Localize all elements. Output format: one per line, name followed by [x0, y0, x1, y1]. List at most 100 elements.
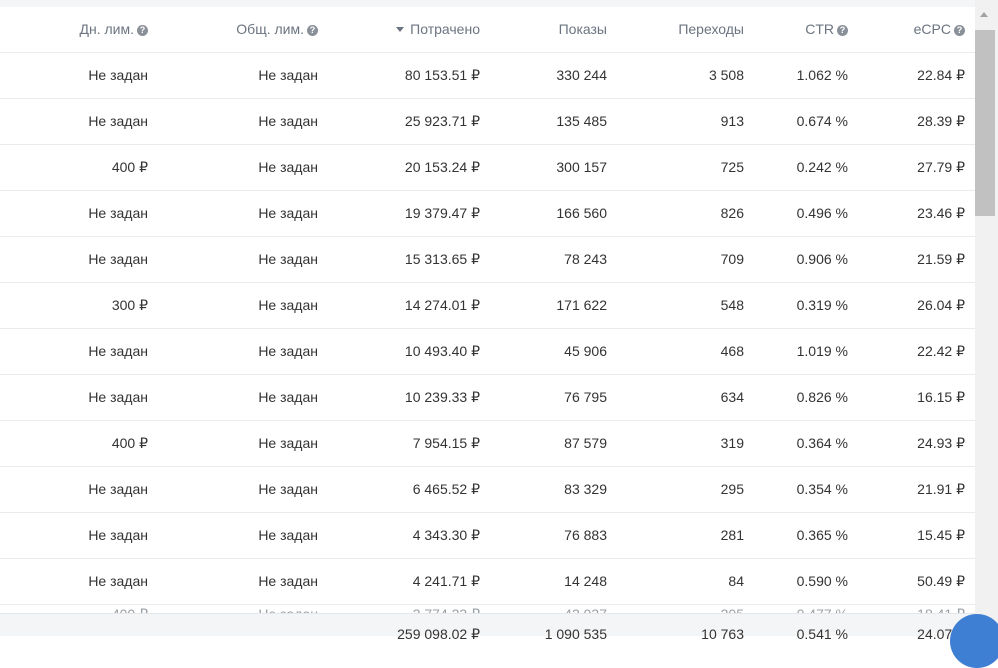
cell-ecpc: 18.41 ₽	[917, 606, 965, 614]
cell-clicks: 548	[720, 297, 744, 313]
scroll-thumb[interactable]	[975, 30, 995, 216]
cell-clicks: 319	[720, 435, 744, 451]
cell-clicks: 3 508	[708, 67, 744, 83]
table-row[interactable]: Не задан Не задан 4 343.30 ₽ 76 883 281 0.365…	[0, 513, 975, 559]
table-row[interactable]: 400 ₽ Не задан 3 774.23 ₽ 42 937 205 0.477 % 1…	[0, 592, 975, 614]
vertical-scrollbar[interactable]	[975, 0, 998, 635]
cell-daily-limit: Не задан	[88, 67, 148, 83]
cell-clicks: 725	[720, 159, 744, 175]
cell-daily-limit: Не задан	[88, 343, 148, 359]
cell-impressions: 166 560	[556, 205, 607, 221]
chat-button[interactable]	[950, 614, 998, 668]
cell-ecpc: 21.59 ₽	[917, 251, 965, 267]
cell-impressions: 42 937	[564, 606, 607, 614]
cell-spent: 14 274.01 ₽	[404, 297, 480, 313]
cell-spent: 20 153.24 ₽	[404, 159, 480, 175]
cell-clicks: 281	[720, 527, 744, 543]
cell-ecpc: 22.84 ₽	[917, 67, 965, 83]
table-row[interactable]: 400 ₽ Не задан 20 153.24 ₽ 300 157 725 0.242 …	[0, 145, 975, 191]
cell-total-limit: Не задан	[258, 113, 318, 129]
cell-spent: 6 465.52 ₽	[412, 481, 480, 497]
table-row[interactable]: Не задан Не задан 15 313.65 ₽ 78 243 709 0.90…	[0, 237, 975, 283]
cell-impressions: 300 157	[556, 159, 607, 175]
partial-row-clip: 400 ₽ Не задан 3 774.23 ₽ 42 937 205 0.477 % 1…	[0, 592, 975, 614]
cell-spent: 259 098.02 ₽	[397, 626, 480, 642]
table-body: Не задан Не задан 80 153.51 ₽ 330 244 3 508 1…	[0, 53, 975, 605]
cell-spent: 15 313.65 ₽	[404, 251, 480, 267]
stats-table: Дн. лим.? Общ. лим.? Потрачено Показы Пе…	[0, 7, 975, 605]
header-daily-limit[interactable]: Дн. лим.?	[80, 7, 148, 52]
cell-impressions: 330 244	[556, 67, 607, 83]
cell-clicks: 826	[720, 205, 744, 221]
cell-spent: 10 493.40 ₽	[404, 343, 480, 359]
cell-clicks: 468	[720, 343, 744, 359]
table-header: Дн. лим.? Общ. лим.? Потрачено Показы Пе…	[0, 7, 975, 53]
header-impressions[interactable]: Показы	[559, 7, 607, 52]
cell-clicks: 10 763	[701, 626, 744, 642]
help-icon[interactable]: ?	[954, 25, 965, 36]
cell-ecpc: 23.46 ₽	[917, 205, 965, 221]
cell-ecpc: 28.39 ₽	[917, 113, 965, 129]
table-row[interactable]: Не задан Не задан 80 153.51 ₽ 330 244 3 508 1…	[0, 53, 975, 99]
cell-ctr: 0.477 %	[796, 606, 848, 614]
header-ctr[interactable]: CTR?	[805, 7, 848, 52]
header-label: eCPC	[913, 21, 951, 37]
cell-total-limit: Не задан	[258, 251, 318, 267]
cell-clicks: 709	[720, 251, 744, 267]
table-totals: 259 098.02 ₽1 090 535 10 763 0.541 % 24.07 …	[0, 613, 975, 642]
table-row[interactable]: Не задан Не задан 10 493.40 ₽ 45 906 468 1.01…	[0, 329, 975, 375]
cell-impressions: 87 579	[564, 435, 607, 451]
header-label: CTR	[805, 21, 834, 37]
header-total-limit[interactable]: Общ. лим.?	[236, 7, 318, 52]
table-top-strip	[0, 0, 975, 7]
cell-daily-limit: Не задан	[88, 481, 148, 497]
cell-total-limit: Не задан	[258, 205, 318, 221]
cell-impressions: 135 485	[556, 113, 607, 129]
header-ecpc[interactable]: eCPC?	[914, 7, 965, 52]
help-icon[interactable]: ?	[137, 25, 148, 36]
cell-ctr: 0.496 %	[796, 205, 848, 221]
sort-desc-icon	[396, 27, 405, 32]
cell-spent: 3 774.23 ₽	[412, 606, 480, 614]
cell-ecpc: 27.79 ₽	[917, 159, 965, 175]
cell-total-limit: Не задан	[258, 297, 318, 313]
table-row[interactable]: 400 ₽ Не задан 7 954.15 ₽ 87 579 319 0.364 % 2…	[0, 421, 975, 467]
cell-total-limit: Не задан	[258, 606, 318, 614]
cell-ecpc: 16.15 ₽	[917, 389, 965, 405]
cell-impressions: 45 906	[564, 343, 607, 359]
cell-impressions: 76 795	[564, 389, 607, 405]
cell-ctr: 0.826 %	[796, 389, 848, 405]
cell-daily-limit: 400 ₽	[111, 159, 148, 175]
cell-daily-limit: Не задан	[88, 251, 148, 267]
table-row[interactable]: Не задан Не задан 19 379.47 ₽ 166 560 826 0.4…	[0, 191, 975, 237]
help-icon[interactable]: ?	[307, 25, 318, 36]
scroll-up-arrow-icon[interactable]	[980, 12, 988, 17]
cell-total-limit: Не задан	[258, 389, 318, 405]
header-spent[interactable]: Потрачено	[396, 7, 480, 52]
cell-ctr: 0.674 %	[796, 113, 848, 129]
cell-spent: 80 153.51 ₽	[404, 67, 480, 83]
cell-spent: 10 239.33 ₽	[404, 389, 480, 405]
cell-total-limit: Не задан	[258, 481, 318, 497]
table-row[interactable]: Не задан Не задан 6 465.52 ₽ 83 329 295 0.354…	[0, 467, 975, 513]
help-icon[interactable]: ?	[837, 25, 848, 36]
cell-clicks: 295	[720, 481, 744, 497]
cell-ctr: 0.242 %	[796, 159, 848, 175]
table-row[interactable]: Не задан Не задан 10 239.33 ₽ 76 795 634 0.82…	[0, 375, 975, 421]
header-label: Общ. лим.	[236, 21, 304, 37]
cell-daily-limit: Не задан	[88, 113, 148, 129]
cell-total-limit: Не задан	[258, 159, 318, 175]
cell-impressions: 171 622	[556, 297, 607, 313]
cell-spent: 19 379.47 ₽	[404, 205, 480, 221]
cell-total-limit: Не задан	[258, 435, 318, 451]
cell-ecpc: 15.45 ₽	[917, 527, 965, 543]
cell-clicks: 634	[720, 389, 744, 405]
cell-ctr: 0.365 %	[796, 527, 848, 543]
cell-daily-limit: Не задан	[88, 205, 148, 221]
header-clicks[interactable]: Переходы	[678, 7, 744, 52]
header-label: Потрачено	[410, 21, 480, 37]
table-row[interactable]: 300 ₽ Не задан 14 274.01 ₽ 171 622 548 0.319 …	[0, 283, 975, 329]
cell-total-limit: Не задан	[258, 343, 318, 359]
table-row[interactable]: Не задан Не задан 25 923.71 ₽ 135 485 913 0.6…	[0, 99, 975, 145]
cell-total-limit: Не задан	[258, 67, 318, 83]
